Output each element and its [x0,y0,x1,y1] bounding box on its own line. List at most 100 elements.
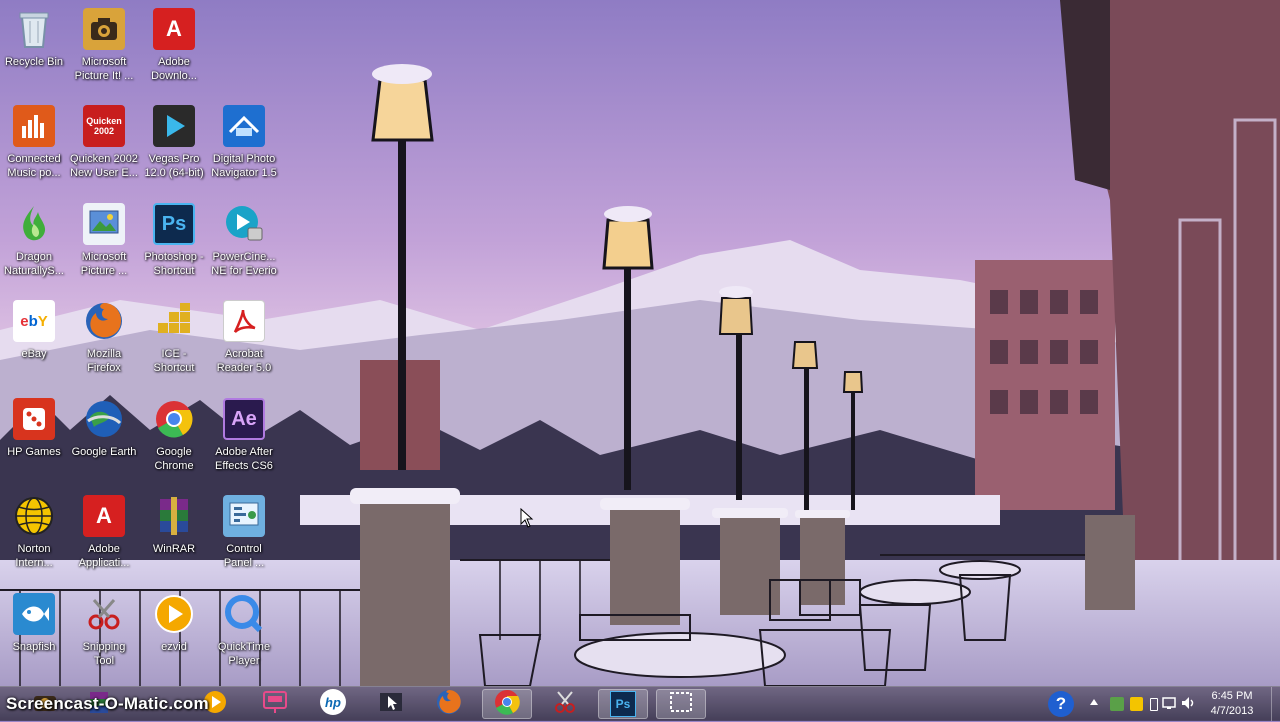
desktop-icon-adobe-download[interactable]: A Adobe Downlo... [140,4,208,96]
icon-label: Quicken 2002 New User E... [70,153,138,179]
desktop-icon-acrobat-reader[interactable]: Acrobat Reader 5.0 [210,296,278,388]
acrobat-icon [223,300,265,342]
taskbar-button-screen-capture[interactable] [656,689,706,719]
icon-label: Google Earth [71,446,137,458]
chrome-icon [153,398,195,440]
adobe-logo-text: A [166,16,182,41]
quicktime-icon [223,593,265,635]
hp-icon: hp [318,687,348,722]
control-panel-icon [223,495,265,537]
wifi-icon[interactable] [1162,695,1178,716]
photo-navigator-icon [223,105,265,147]
powercinema-icon [223,203,265,245]
desktop-icon-connected-music[interactable]: Connected Music po... [0,101,68,193]
taskbar-button-photoshop[interactable]: Ps [598,689,648,719]
picture-icon [83,203,125,245]
desktop-icon-ezvid[interactable]: ezvid [140,589,208,681]
quicken-icon: Quicken 2002 [83,105,125,147]
camera-icon [83,8,125,50]
system-clock[interactable]: 6:45 PM 4/7/2013 [1202,689,1262,719]
speaker-icon[interactable] [1180,695,1196,716]
show-desktop-button[interactable] [1271,687,1280,721]
icon-label: Google Chrome [154,446,194,472]
desktop-icon-ebay[interactable]: ebY eBay [0,296,68,388]
equalizer-icon [13,105,55,147]
photoshop-logo-text: Ps [615,697,631,711]
adobe-icon: A [153,8,195,50]
icon-label: Dragon NaturallyS... [4,251,64,277]
screencast-watermark: Screencast-O-Matic.com [6,694,209,713]
icon-label: Recycle Bin [4,56,64,68]
snipping-tool-icon [552,689,578,720]
desktop-icon-ice[interactable]: ICE - Shortcut [140,296,208,388]
desktop-icon-vegas-pro[interactable]: Vegas Pro 12.0 (64-bit) [140,101,208,193]
desktop-icon-quicken[interactable]: Quicken 2002 Quicken 2002 New User E... [70,101,138,193]
desktop-icon-quicktime[interactable]: QuickTime Player [210,589,278,681]
icon-label: Control Panel ... [223,543,265,569]
security-icon[interactable] [1130,697,1143,711]
scissors-icon [83,593,125,635]
icon-label: Snapfish [12,641,56,653]
show-hidden-icons-icon[interactable] [1090,699,1098,705]
desktop-icon-picture-it[interactable]: Microsoft Picture It! ... [70,4,138,96]
icon-label: eBay [21,348,47,360]
taskbar-button-hp[interactable]: hp [308,687,358,722]
icon-label: Microsoft Picture It! ... [74,56,134,82]
photoshop-icon: Ps [153,203,195,245]
desktop-icon-hp-games[interactable]: HP Games [0,394,68,486]
icon-label: ezvid [161,641,187,653]
recycle-bin-icon [13,8,55,50]
desktop-icon-ms-picture[interactable]: Microsoft Picture ... [70,199,138,291]
photoshop-logo-text: Ps [161,212,187,235]
desktop-icon-adobe-applications[interactable]: A Adobe Applicati... [70,491,138,583]
presentation-icon [262,690,288,719]
icon-label: Acrobat Reader 5.0 [216,348,272,374]
desktop-icon-photoshop[interactable]: Ps Photoshop - Shortcut [140,199,208,291]
icon-label: ICE - Shortcut [153,348,195,374]
desktop-icon-norton[interactable]: Norton Intern... [0,491,68,583]
icon-label: Norton Intern... [15,543,53,569]
hp-logo-text: hp [325,695,341,710]
taskbar-button-chrome[interactable] [482,689,532,719]
desktop-icon-after-effects[interactable]: Ae Adobe After Effects CS6 [210,394,278,486]
icon-label: Microsoft Picture ... [80,251,128,277]
battery-icon[interactable] [1150,698,1158,711]
icon-label: Digital Photo Navigator 1.5 [211,153,277,179]
ebay-icon: ebY [13,300,55,342]
clock-date: 4/7/2013 [1210,705,1254,717]
desktop-icon-snipping-tool[interactable]: Snipping Tool [70,589,138,681]
chrome-icon [493,688,521,721]
taskbar-button-cursor-tool[interactable] [366,689,416,719]
network-tool-icon[interactable] [1110,697,1124,711]
icon-label: Photoshop - Shortcut [144,251,204,277]
after-effects-logo-text: Ae [231,407,257,430]
desktop-icon-chrome[interactable]: Google Chrome [140,394,208,486]
taskbar-button-presentation[interactable] [250,689,300,719]
help-icon[interactable]: ? [1048,691,1074,717]
icon-label: Connected Music po... [7,153,61,179]
desktop-icon-powercinema[interactable]: PowerCine... NE for Everio [210,199,278,291]
icon-label: Adobe Applicati... [78,543,130,569]
desktop-icon-winrar[interactable]: WinRAR [140,491,208,583]
adobe-icon: A [83,495,125,537]
icon-label: QuickTime Player [217,641,271,667]
ice-icon [153,300,195,342]
desktop-icon-control-panel[interactable]: Control Panel ... [210,491,278,583]
cursor-tool-icon [378,689,404,720]
desktop-icon-recycle-bin[interactable]: Recycle Bin [0,4,68,96]
after-effects-icon: Ae [223,398,265,440]
ebay-logo-text: e [20,312,29,330]
desktop-icon-digital-photo-navigator[interactable]: Digital Photo Navigator 1.5 [210,101,278,193]
taskbar-button-snipping-tool[interactable] [540,689,590,719]
play-icon [153,105,195,147]
firefox-icon [435,688,463,721]
dice-icon [13,398,55,440]
desktop-icon-dragon[interactable]: Dragon NaturallyS... [0,199,68,291]
desktop-icon-firefox[interactable]: Mozilla Firefox [70,296,138,388]
winrar-icon [153,495,195,537]
desktop-icon-snapfish[interactable]: Snapfish [0,589,68,681]
dragon-flame-icon [13,203,55,245]
globe-icon [83,398,125,440]
desktop-icon-google-earth[interactable]: Google Earth [70,394,138,486]
taskbar-button-firefox[interactable] [424,689,474,719]
